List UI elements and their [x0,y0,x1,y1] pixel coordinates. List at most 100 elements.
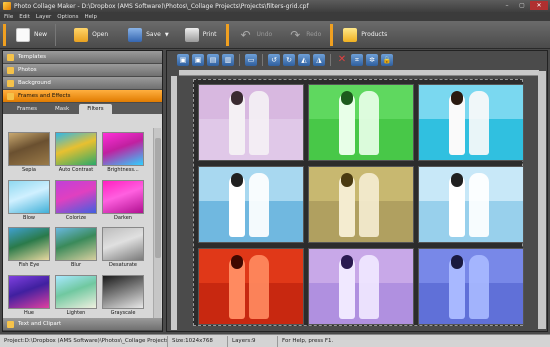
filter-label: Hue [23,309,34,316]
send-back-icon[interactable]: ▥ [222,54,234,66]
save-label: Save [146,31,161,38]
flip-v-icon[interactable]: ◮ [313,54,325,66]
status-layers: Layers:9 [228,335,278,347]
crop-icon[interactable]: ⌗ [351,54,363,66]
accordion-templates[interactable]: Templates [3,51,162,64]
menu-help[interactable]: Help [84,14,97,20]
filter-preview-image [102,179,144,214]
accordion-text-and-clipart[interactable]: Text and Clipart [3,318,162,331]
collage-photo[interactable] [308,248,414,325]
collage-photo[interactable] [198,248,304,325]
accordion-top: Templates Photos Background Frames and Effe… [3,51,162,103]
filter-label: Darken [114,214,132,221]
photo-hair [451,255,463,269]
delete-icon[interactable]: ✕ [336,54,348,66]
filter-thumb-darken[interactable]: Darken [101,179,145,224]
menu-file[interactable]: File [4,14,13,20]
settings-icon[interactable]: ✲ [366,54,378,66]
filter-preview-image [8,227,50,261]
menu-options[interactable]: Options [57,14,78,20]
collage-photo[interactable] [418,84,524,161]
filter-thumb-hue[interactable]: Hue [7,274,51,319]
tab-frames[interactable]: Frames [9,104,45,114]
vertical-ruler [171,76,177,330]
redo-button[interactable]: ↷ Redo [278,24,327,46]
undo-label: Undo [256,31,273,38]
section-icon [7,66,14,74]
tab-mask[interactable]: Mask [47,104,77,114]
filter-thumb-colorize[interactable]: Colorize [54,179,98,224]
collage-photo[interactable] [308,84,414,161]
accordion-photos[interactable]: Photos [3,64,162,77]
bring-front-icon[interactable]: ▤ [207,54,219,66]
rotate-left-icon[interactable]: ↺ [268,54,280,66]
menu-edit[interactable]: Edit [19,14,30,20]
filter-preview-image [102,132,144,166]
close-button[interactable]: ✕ [530,1,548,10]
align-icon[interactable]: ▭ [245,54,257,66]
filter-label: Fish Eye [18,262,40,268]
filter-preview-image [55,274,97,309]
filter-thumb-blow[interactable]: Blow [7,179,51,224]
filter-thumb-blur[interactable]: Blur [54,227,98,271]
collage-page[interactable] [193,79,524,326]
app-logo-icon [3,2,11,10]
horizontal-ruler [179,70,539,76]
collage-photo[interactable] [418,166,524,243]
accordion-frames-and-effects[interactable]: Frames and Effects [3,90,162,103]
photo-hair [231,255,243,269]
filter-label: Sepia [22,167,36,173]
filter-thumb-lighten[interactable]: Lighten [54,274,98,319]
menu-layer[interactable]: Layer [36,14,51,20]
send-backward-icon[interactable]: ▣ [192,54,204,66]
photo-hair [341,255,353,269]
filter-thumb-sepia[interactable]: Sepia [7,132,51,176]
filter-label: Colorize [65,214,87,221]
tab-filters[interactable]: Filters [79,104,112,114]
canvas-scrollbar[interactable] [538,71,546,329]
collage-photo[interactable] [418,248,524,325]
photo-figure [359,255,379,319]
filter-preview-image [102,227,144,261]
rotate-right-icon[interactable]: ↻ [283,54,295,66]
filter-label: Brightness... [107,167,139,173]
open-button[interactable]: Open [58,24,114,46]
filter-label: Auto Contrast [58,167,94,173]
photo-figure [249,173,269,237]
redo-icon: ↷ [290,27,301,42]
filter-preview-image [8,132,50,166]
filters-scrollbar[interactable] [153,128,161,320]
filters-scroll-thumb[interactable] [155,138,161,258]
collage-photo[interactable] [308,166,414,243]
title-bar: Photo Collage Maker - D:\Dropbox (AMS So… [0,0,550,12]
filter-preview-image [55,179,97,214]
accordion-background[interactable]: Background [3,77,162,90]
print-button[interactable]: Print [175,24,223,46]
photo-hair [231,173,243,187]
undo-button[interactable]: ↶ Undo [229,24,279,46]
photo-figure [469,255,489,319]
new-button[interactable]: New [6,24,53,46]
minimize-button[interactable]: – [500,1,514,10]
text-icon [7,320,14,328]
collage-photo[interactable] [198,84,304,161]
filter-thumb-brightness[interactable]: Brightness... [101,132,145,176]
left-panel: Templates Photos Background Frames and Effe… [2,50,163,332]
filter-thumb-fish-eye[interactable]: Fish Eye [7,227,51,271]
filter-thumb-auto-contrast[interactable]: Auto Contrast [54,132,98,176]
filter-label: Blow [23,214,35,221]
filter-thumb-grayscale[interactable]: Grayscale [101,274,145,319]
printer-icon [184,27,199,42]
lock-icon[interactable]: 🔒 [381,54,393,66]
flip-h-icon[interactable]: ◭ [298,54,310,66]
save-button[interactable]: Save ▼ [114,24,175,46]
maximize-button[interactable]: ▢ [515,1,529,10]
photo-hair [341,173,353,187]
collage-photo[interactable] [198,166,304,243]
photo-hair [231,91,243,105]
save-dropdown-icon[interactable]: ▼ [165,32,169,38]
filter-thumb-desaturate[interactable]: Desaturate [101,227,145,271]
bring-forward-icon[interactable]: ▣ [177,54,189,66]
open-label: Open [92,31,109,38]
products-button[interactable]: Products [333,24,393,46]
